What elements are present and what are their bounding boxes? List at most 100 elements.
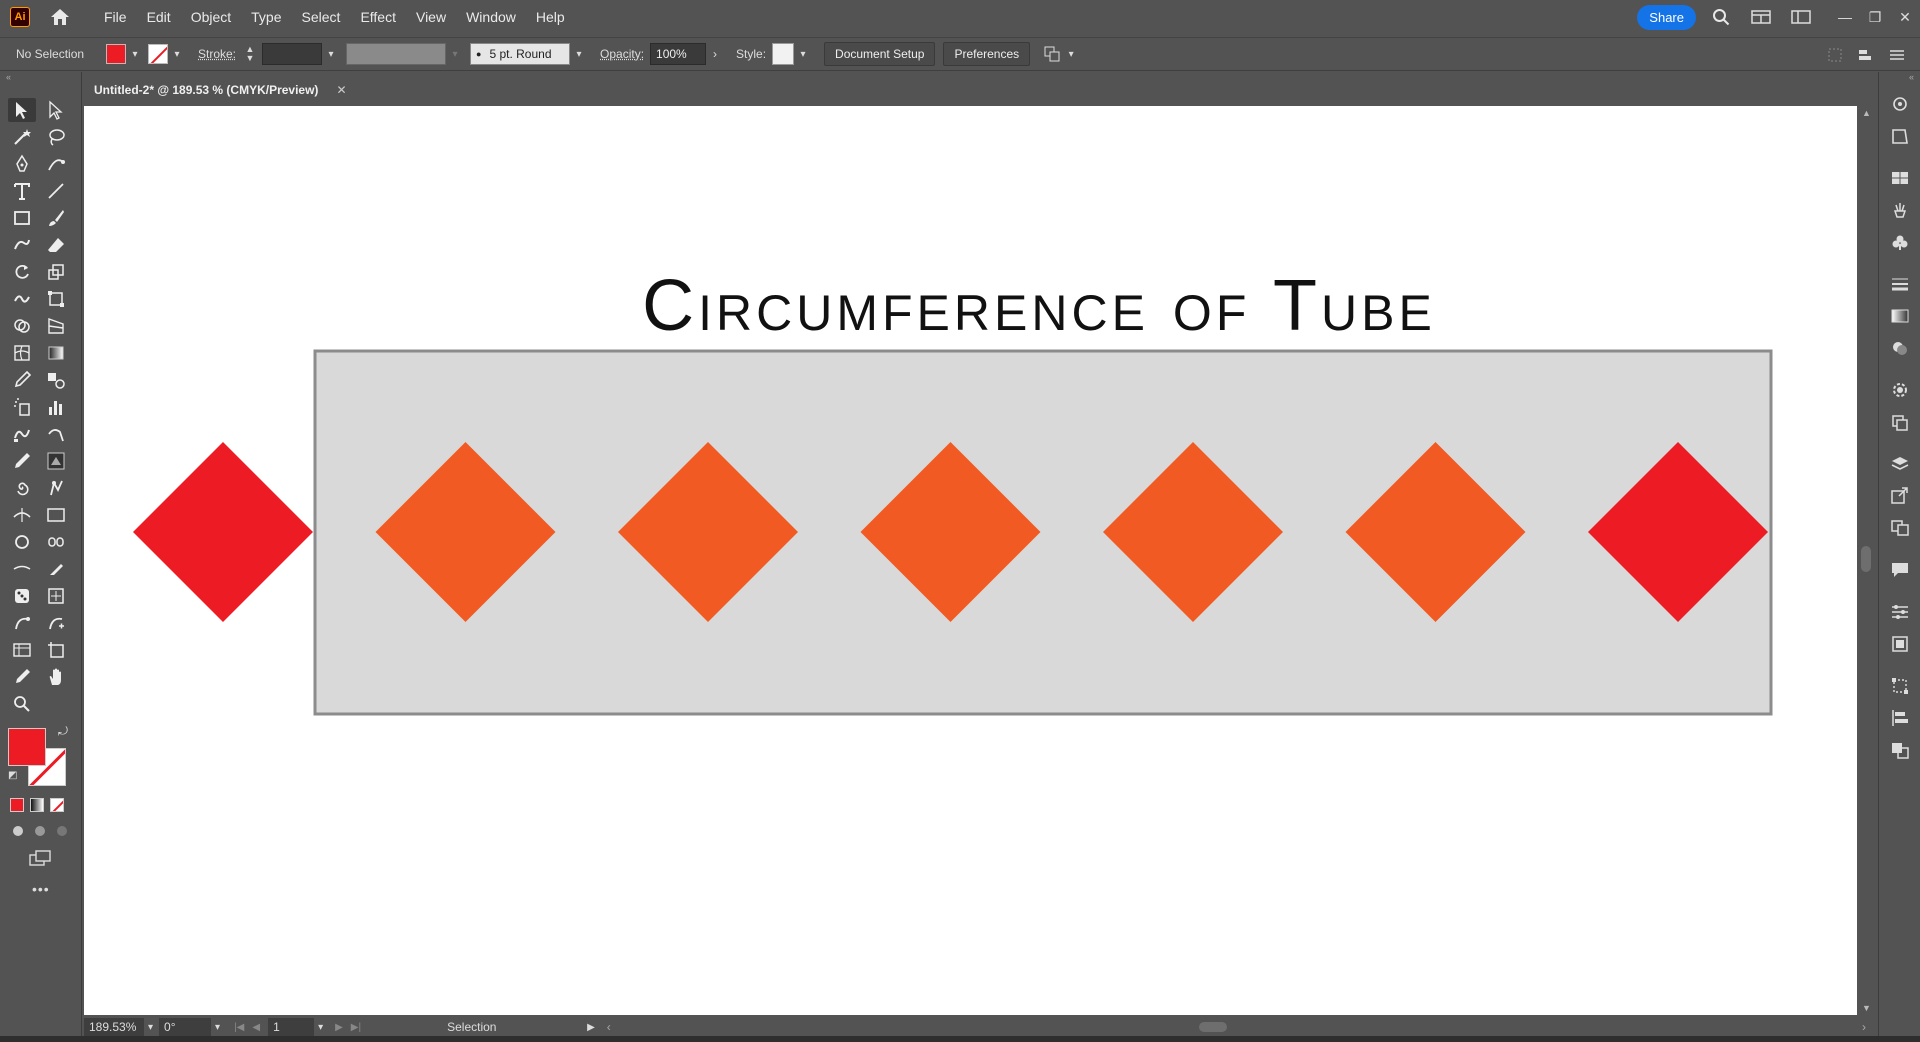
live-paint-bucket-icon[interactable] [42, 449, 70, 473]
artboards-icon[interactable] [1885, 516, 1915, 540]
selection-tool-icon[interactable] [8, 98, 36, 122]
eraser-tool-icon[interactable] [42, 233, 70, 257]
export-icon[interactable] [1885, 484, 1915, 508]
color-mode-icon[interactable] [10, 798, 24, 812]
stroke-swatch[interactable] [148, 44, 168, 64]
vertical-scroll-thumb[interactable] [1861, 546, 1871, 572]
mesh-tool-icon[interactable] [8, 341, 36, 365]
image-trace-icon[interactable] [1885, 632, 1915, 656]
add-anchor-point-tool-icon[interactable] [42, 611, 70, 635]
crop-image-tool-icon[interactable] [42, 584, 70, 608]
panel-collapse-icon[interactable]: « [0, 72, 81, 86]
none-mode-icon[interactable] [50, 798, 64, 812]
libraries-icon[interactable] [1885, 124, 1915, 148]
chevron-down-icon[interactable]: ▾ [572, 49, 586, 60]
diamond-1[interactable] [133, 442, 313, 622]
scroll-left-icon[interactable]: ‹ [607, 1020, 611, 1034]
menu-object[interactable]: Object [181, 9, 241, 25]
menu-select[interactable]: Select [292, 9, 351, 25]
graphic-styles-icon[interactable] [1885, 410, 1915, 434]
fill-swatch-dropdown[interactable]: ▾ [106, 44, 142, 64]
home-icon[interactable] [48, 6, 72, 28]
lasso-tool-icon[interactable] [42, 125, 70, 149]
menu-view[interactable]: View [406, 9, 456, 25]
touch-type-tool-icon[interactable] [42, 503, 70, 527]
warp-tool-icon[interactable] [8, 287, 36, 311]
magic-wand-tool-icon[interactable] [8, 125, 36, 149]
artboard-resize-tool-icon[interactable] [42, 638, 70, 662]
artboard-canvas[interactable]: Circumference of Tube [84, 106, 1857, 1015]
horizontal-scrollbar[interactable] [619, 1020, 1854, 1034]
artboard-tool-icon[interactable] [8, 422, 36, 446]
close-window-button[interactable]: ✕ [1890, 7, 1920, 27]
preferences-button[interactable]: Preferences [943, 42, 1031, 66]
pencil-tool-icon[interactable] [8, 449, 36, 473]
direct-selection-tool-icon[interactable] [42, 98, 70, 122]
shape-builder-tool-icon[interactable] [8, 314, 36, 338]
properties-sliders-icon[interactable] [1885, 600, 1915, 624]
rotation-field[interactable]: 0° [159, 1018, 212, 1036]
chevron-down-icon[interactable]: ▾ [128, 49, 142, 60]
status-menu-arrow-icon[interactable]: ▶ [587, 1022, 595, 1033]
menu-help[interactable]: Help [526, 9, 575, 25]
transform-icon[interactable] [1824, 44, 1846, 66]
panel-menu-icon[interactable] [1886, 44, 1908, 66]
stroke-weight-stepper[interactable]: ▲ ▼ [244, 45, 256, 63]
default-colors-icon[interactable]: ◩ [8, 770, 17, 781]
line-segment-tool-icon[interactable] [42, 179, 70, 203]
last-artboard-icon[interactable]: ▶| [351, 1022, 361, 1033]
vertical-scrollbar[interactable]: ▲ ▼ [1857, 106, 1875, 1015]
next-artboard-icon[interactable]: ▶ [335, 1022, 343, 1033]
swap-fill-stroke-icon[interactable]: ⤾ [58, 724, 68, 739]
menu-effect[interactable]: Effect [350, 9, 406, 25]
screen-mode-icon[interactable] [28, 850, 81, 873]
document-setup-button[interactable]: Document Setup [824, 42, 936, 66]
free-transform-tool-icon[interactable] [42, 287, 70, 311]
stroke-panel-icon[interactable] [1885, 272, 1915, 296]
properties-icon[interactable] [1885, 92, 1915, 116]
spiral-tool-icon[interactable] [8, 476, 36, 500]
minimize-button[interactable]: — [1830, 7, 1860, 27]
transparency-icon[interactable] [1885, 336, 1915, 360]
appearance-icon[interactable] [1885, 378, 1915, 402]
first-artboard-icon[interactable]: |◀ [234, 1022, 244, 1033]
scissors-tool-icon[interactable] [8, 557, 36, 581]
graphic-style-swatch[interactable] [772, 43, 795, 65]
workspace-switcher-icon[interactable] [1790, 6, 1812, 28]
align-panel-icon[interactable] [1885, 706, 1915, 730]
opacity-field[interactable]: 100% [650, 43, 707, 65]
arrange-documents-icon[interactable] [1750, 6, 1772, 28]
brushes-icon[interactable] [1885, 198, 1915, 222]
knife-tool-icon[interactable] [42, 557, 70, 581]
gradient-mode-icon[interactable] [30, 798, 44, 812]
chevron-down-icon[interactable]: ▾ [215, 1022, 220, 1033]
ellipse-tool-icon[interactable] [8, 530, 36, 554]
comments-icon[interactable] [1885, 558, 1915, 582]
type-tool-icon[interactable] [8, 179, 36, 203]
gradient-tool-icon[interactable] [42, 341, 70, 365]
slice-tool-icon[interactable] [42, 422, 70, 446]
chevron-down-icon[interactable]: ▾ [318, 1022, 323, 1033]
pathfinder-icon[interactable] [1885, 738, 1915, 762]
anchor-point-tool-icon[interactable] [8, 611, 36, 635]
zoom-tool-icon[interactable] [8, 692, 36, 716]
brush-definition-dropdown[interactable]: ● 5 pt. Round [470, 43, 571, 65]
symbol-shifter-icon[interactable] [8, 584, 36, 608]
menu-edit[interactable]: Edit [137, 9, 181, 25]
scale-tool-icon[interactable] [42, 260, 70, 284]
chevron-right-icon[interactable]: › [708, 47, 722, 61]
layers-icon[interactable] [1885, 452, 1915, 476]
align-icon[interactable] [1856, 44, 1878, 66]
panel-collapse-icon[interactable]: « [1879, 72, 1920, 84]
menu-window[interactable]: Window [456, 9, 526, 25]
document-tab[interactable]: Untitled-2* @ 189.53 % (CMYK/Preview) ✕ [84, 74, 364, 106]
zoom-level-field[interactable]: 189.53% [84, 1018, 144, 1036]
rectangle-tool-icon[interactable] [8, 206, 36, 230]
scroll-down-icon[interactable]: ▼ [1862, 1003, 1871, 1013]
share-button[interactable]: Share [1637, 4, 1696, 30]
eyedropper-tool-icon[interactable] [8, 368, 36, 392]
gradient-panel-icon[interactable] [1885, 304, 1915, 328]
more-tools-icon[interactable]: ••• [32, 881, 81, 897]
curvature-tool-icon[interactable] [42, 152, 70, 176]
perspective-grid-tool-icon[interactable] [42, 314, 70, 338]
